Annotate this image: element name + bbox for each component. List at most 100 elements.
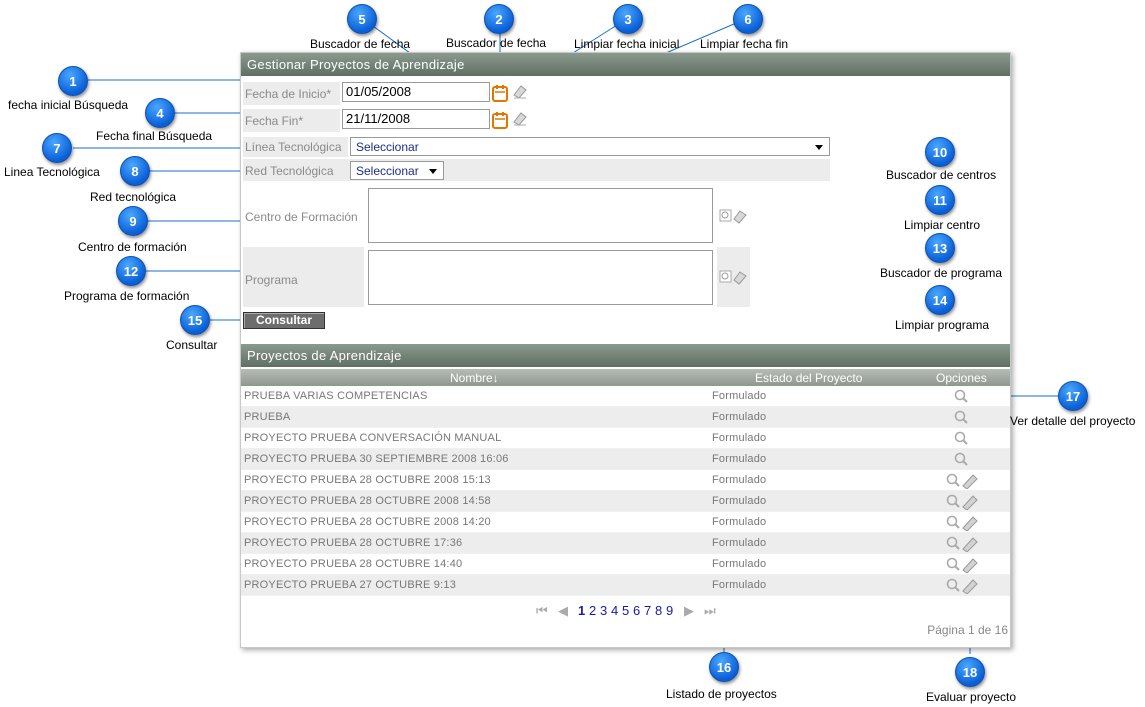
- view-detail-icon: [954, 389, 968, 403]
- centro-formacion-field[interactable]: [368, 188, 713, 243]
- col-opciones: Opciones: [936, 371, 987, 385]
- view-detail-icon: [946, 473, 960, 487]
- eraser-icon[interactable]: [512, 83, 528, 99]
- annotation-label: Buscador de centros: [886, 168, 997, 182]
- table-title: Proyectos de Aprendizaje: [241, 344, 1010, 367]
- page-number[interactable]: 6: [633, 603, 640, 618]
- page-number[interactable]: 7: [644, 603, 651, 618]
- table-row: PROYECTO PRUEBA 28 OCTUBRE 17:36 Formulad…: [241, 533, 1010, 554]
- annotation-badge: 5: [347, 4, 377, 34]
- project-name: PROYECTO PRUEBA 28 OCTUBRE 17:36: [244, 537, 463, 549]
- annotation-badge: 10: [925, 137, 955, 167]
- page-number[interactable]: 3: [600, 603, 607, 618]
- next-page-icon[interactable]: ▶: [684, 603, 694, 619]
- project-name: PROYECTO PRUEBA CONVERSACIÓN MANUAL: [244, 432, 502, 444]
- annotation-label: Red tecnológica: [90, 190, 177, 204]
- view-detail-icon: [946, 494, 960, 508]
- annotation-badge: 2: [484, 4, 514, 34]
- project-name: PROYECTO PRUEBA 28 OCTUBRE 14:40: [244, 558, 463, 570]
- red-tecnologica-value: Seleccionar: [356, 164, 419, 178]
- row-options: [946, 514, 986, 531]
- red-tecnologica-label: Red Tecnológica: [245, 164, 334, 178]
- page-number[interactable]: 5: [622, 603, 629, 618]
- table-row: PROYECTO PRUEBA 27 OCTUBRE 9:13 Formulado: [241, 575, 1010, 596]
- page-number[interactable]: 9: [666, 603, 673, 618]
- annotation-label: Buscador de programa: [880, 266, 1003, 280]
- main-panel: Gestionar Proyectos de Aprendizaje Fecha…: [240, 52, 1011, 648]
- col-estado: Estado del Proyecto: [755, 371, 863, 385]
- form-title: Gestionar Proyectos de Aprendizaje: [241, 53, 1010, 76]
- row-options: [946, 493, 986, 510]
- annotation-badge: 9: [118, 206, 148, 236]
- evaluate-pencil-icon: [962, 558, 978, 573]
- table-row: PROYECTO PRUEBA 28 OCTUBRE 2008 15:13 For…: [241, 470, 1010, 491]
- row-options: [946, 388, 986, 405]
- consultar-button[interactable]: Consultar: [243, 312, 325, 329]
- row-options: [946, 451, 986, 468]
- project-name: PROYECTO PRUEBA 28 OCTUBRE 2008 14:58: [244, 495, 491, 507]
- fecha-fin-label: Fecha Fin*: [245, 114, 304, 128]
- centro-formacion-label: Centro de Formación: [245, 210, 358, 224]
- annotation-label: Listado de proyectos: [666, 687, 777, 701]
- table-row: PROYECTO PRUEBA CONVERSACIÓN MANUAL Formu…: [241, 428, 1010, 449]
- row-options: [946, 535, 986, 552]
- project-name: PROYECTO PRUEBA 27 OCTUBRE 9:13: [244, 579, 457, 591]
- project-status: Formulado: [712, 579, 767, 591]
- fecha-inicio-input[interactable]: 01/05/2008: [342, 82, 490, 102]
- last-page-icon[interactable]: ⏭: [704, 603, 716, 619]
- annotation-label: Centro de formación: [78, 240, 187, 254]
- table-row: PROYECTO PRUEBA 28 OCTUBRE 2008 14:20 For…: [241, 512, 1010, 533]
- annotation-label: Consultar: [166, 338, 218, 352]
- project-status: Formulado: [712, 516, 767, 528]
- view-detail-icon: [946, 557, 960, 571]
- calendar-icon[interactable]: [492, 111, 508, 129]
- annotation-badge: 13: [925, 233, 955, 263]
- col-nombre[interactable]: Nombre↓: [450, 371, 499, 385]
- table-row: PROYECTO PRUEBA 28 OCTUBRE 2008 14:58 For…: [241, 491, 1010, 512]
- project-name: PROYECTO PRUEBA 28 OCTUBRE 2008 15:13: [244, 474, 491, 486]
- annotation-label: Buscador de fecha: [446, 36, 547, 50]
- table-row: PRUEBA VARIAS COMPETENCIAS Formulado: [241, 386, 1010, 407]
- annotation-badge: 7: [42, 133, 72, 163]
- programa-label: Programa: [245, 273, 298, 287]
- page-number[interactable]: 1: [578, 603, 585, 618]
- first-page-icon[interactable]: ⏮: [536, 603, 548, 619]
- annotation-badge: 16: [709, 652, 739, 682]
- fecha-fin-input[interactable]: 21/11/2008: [342, 109, 490, 129]
- eraser-icon[interactable]: [512, 110, 528, 126]
- evaluate-pencil-icon: [962, 579, 978, 594]
- evaluate-pencil-icon: [962, 537, 978, 552]
- view-detail-icon: [954, 431, 968, 445]
- project-name: PRUEBA VARIAS COMPETENCIAS: [244, 390, 428, 402]
- table-header: Nombre↓ Estado del Proyecto Opciones: [241, 369, 1010, 386]
- search-icon: [719, 209, 732, 222]
- eraser-icon: [733, 210, 747, 224]
- annotation-label: Limpiar programa: [895, 318, 990, 332]
- annotation-label: Fecha final Búsqueda: [96, 129, 213, 143]
- project-status: Formulado: [712, 537, 767, 549]
- view-detail-icon: [954, 452, 968, 466]
- project-status: Formulado: [712, 411, 767, 423]
- page-number[interactable]: 2: [589, 603, 596, 618]
- annotation-badge: 8: [120, 156, 150, 186]
- annotation-badge: 6: [733, 4, 763, 34]
- linea-tecnologica-select[interactable]: Seleccionar: [350, 137, 830, 156]
- programa-field[interactable]: [368, 250, 713, 305]
- annotation-badge: 11: [925, 185, 955, 215]
- page-number[interactable]: 8: [655, 603, 662, 618]
- row-options: [946, 556, 986, 573]
- prev-page-icon[interactable]: ◀: [558, 603, 568, 619]
- annotation-badge: 14: [925, 285, 955, 315]
- calendar-icon[interactable]: [492, 84, 508, 102]
- linea-tecnologica-value: Seleccionar: [356, 140, 419, 154]
- view-detail-icon: [954, 410, 968, 424]
- red-tecnologica-select[interactable]: Seleccionar: [350, 161, 444, 180]
- evaluate-pencil-icon: [962, 495, 978, 510]
- table-row: PROYECTO PRUEBA 30 SEPTIEMBRE 2008 16:06…: [241, 449, 1010, 470]
- page-number[interactable]: 4: [611, 603, 618, 618]
- table-row: PROYECTO PRUEBA 28 OCTUBRE 14:40 Formulad…: [241, 554, 1010, 575]
- annotation-badge: 1: [58, 66, 88, 96]
- view-detail-icon: [946, 578, 960, 592]
- row-options: [946, 409, 986, 426]
- annotation-label: Ver detalle del proyecto: [1010, 414, 1136, 428]
